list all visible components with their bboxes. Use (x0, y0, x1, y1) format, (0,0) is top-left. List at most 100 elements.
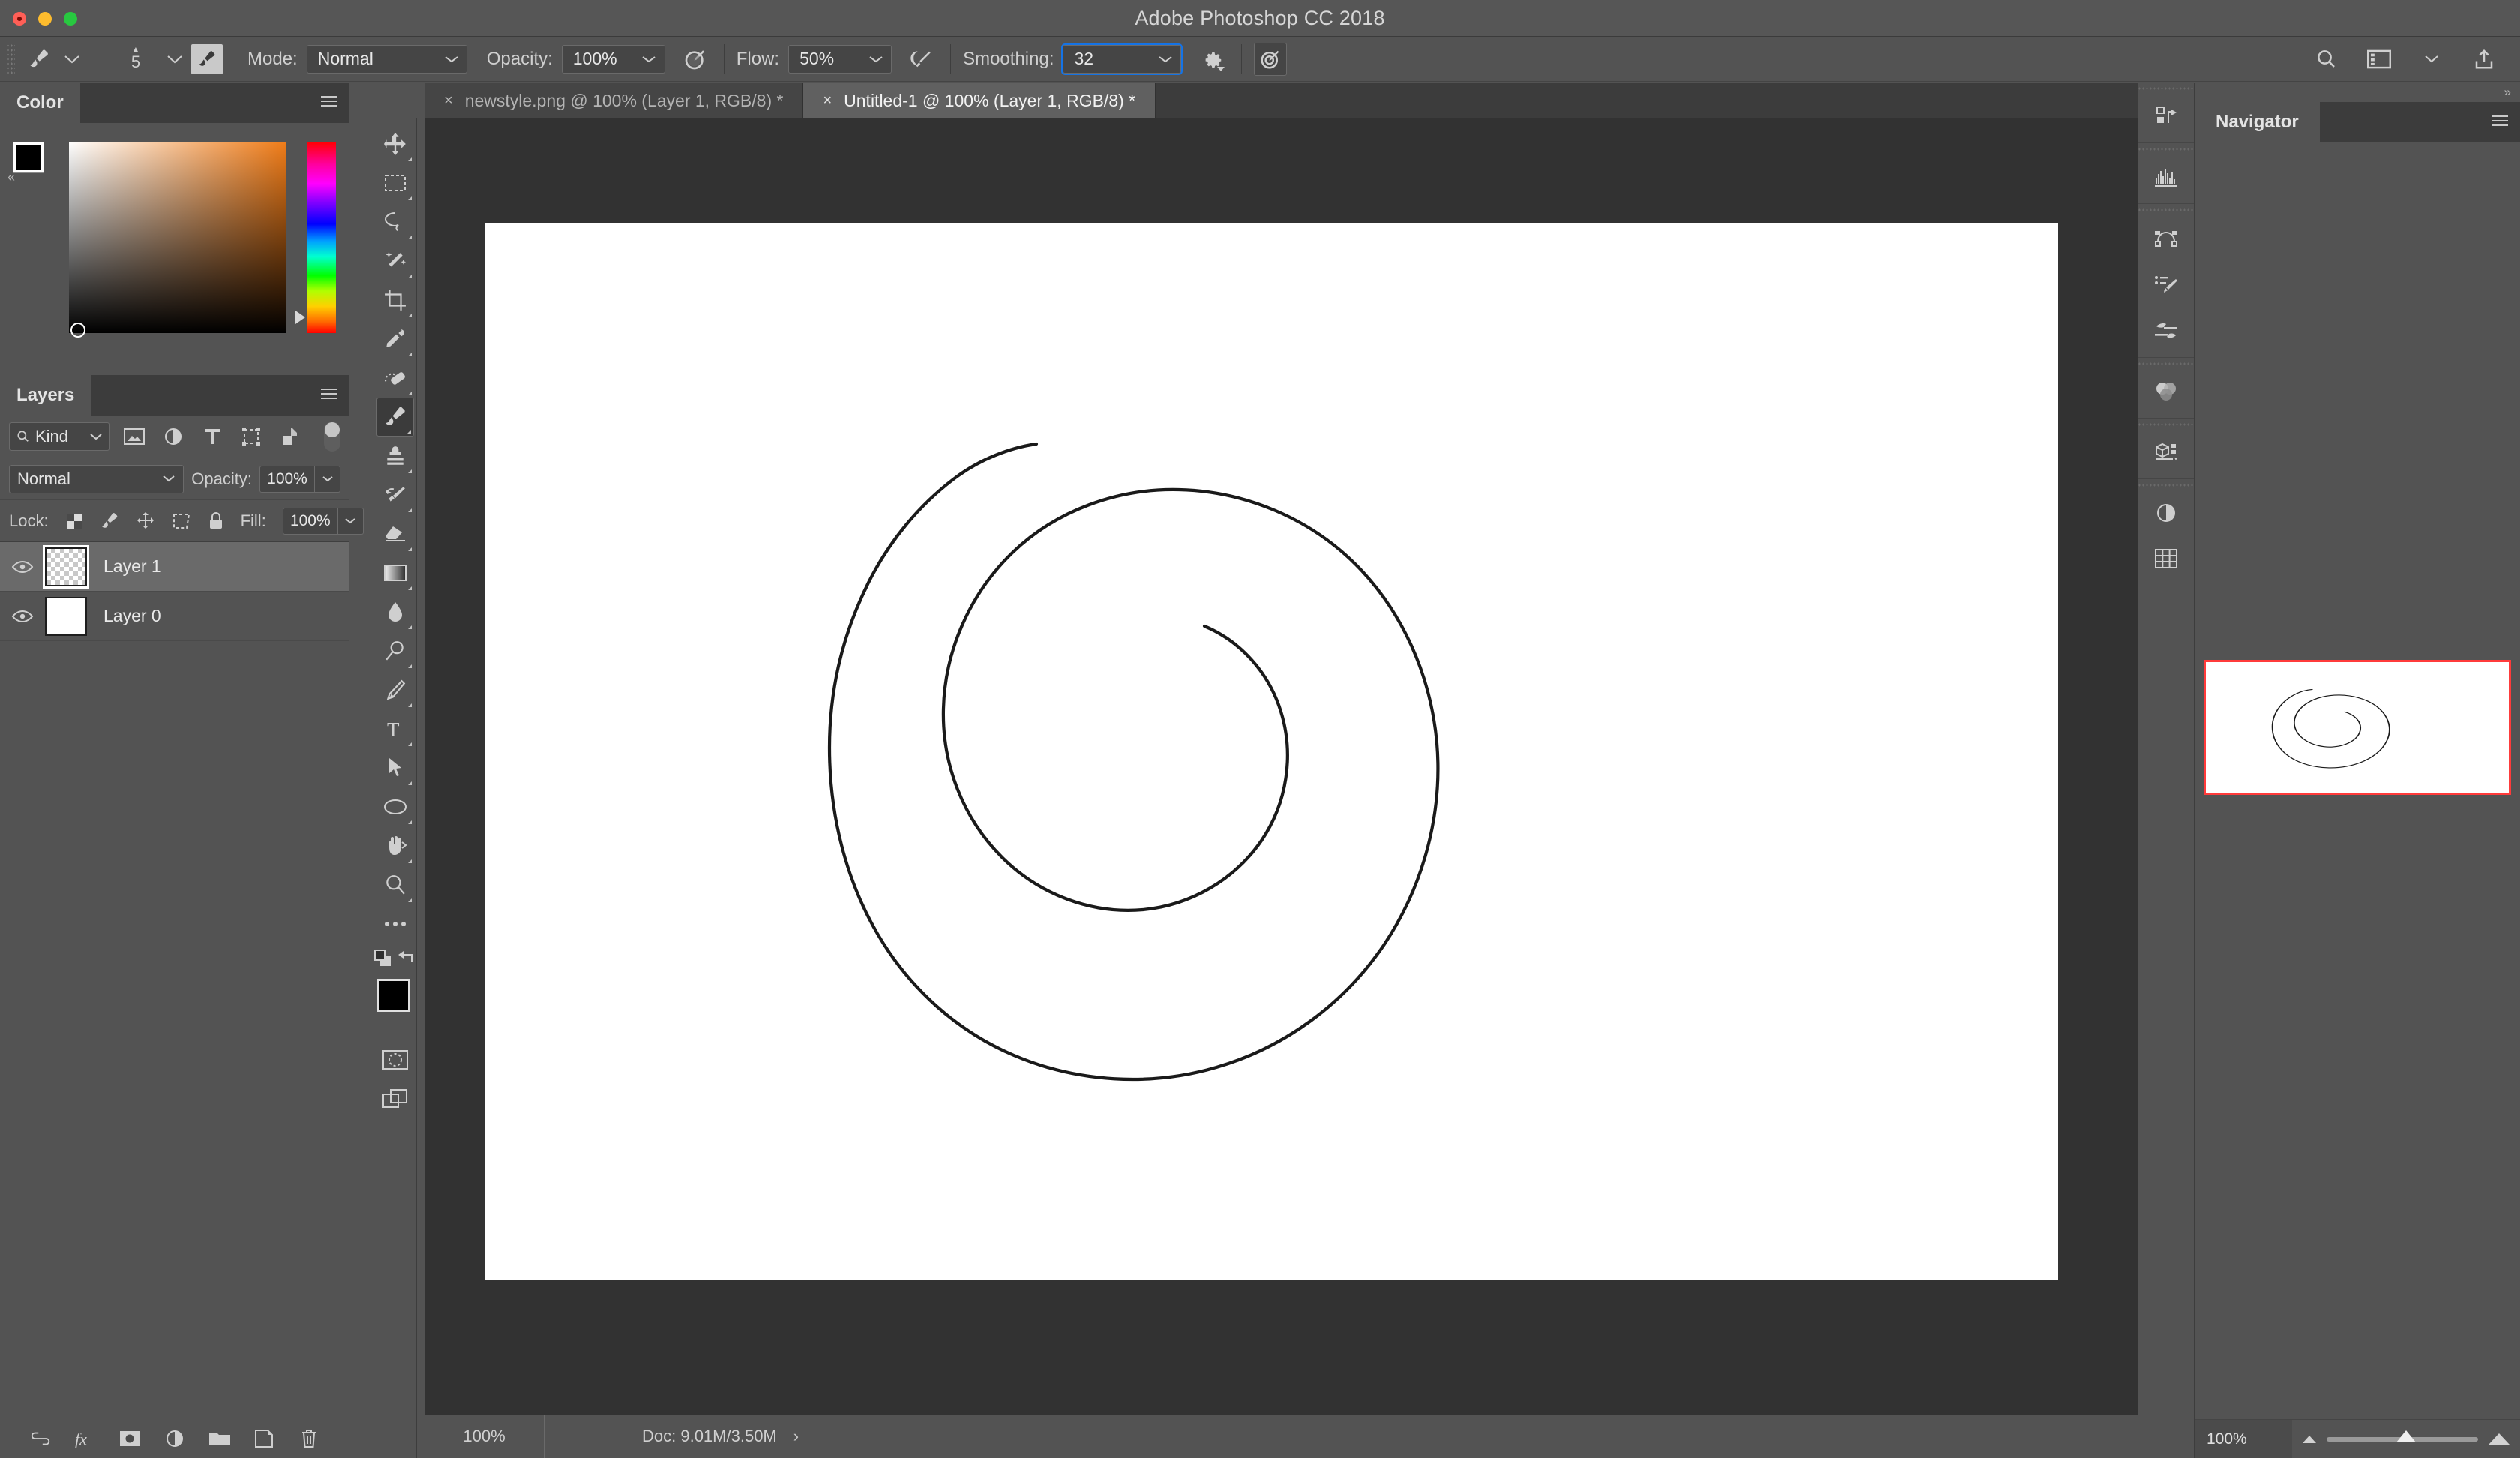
tab-navigator[interactable]: Navigator (2194, 102, 2320, 142)
quick-mask-mode-icon[interactable] (376, 1040, 414, 1079)
clone-stamp-tool[interactable] (376, 436, 414, 476)
tablet-pressure-size-icon[interactable] (1254, 43, 1287, 76)
status-expand-arrow-icon[interactable]: › (794, 1426, 799, 1446)
brush-presets-icon[interactable] (2138, 261, 2194, 308)
table-row[interactable]: Layer 0 (0, 592, 350, 641)
layer-fill-control[interactable]: 100% (283, 508, 364, 535)
adjustment-layer-icon[interactable] (164, 1427, 186, 1450)
adjustment-layers-icon[interactable] (162, 425, 184, 448)
close-icon[interactable]: × (444, 92, 453, 110)
brush-size-indicator[interactable]: ▲ 5 (113, 46, 158, 72)
lasso-tool[interactable] (376, 202, 414, 242)
layer-opacity-chevron-down-icon[interactable] (315, 466, 340, 493)
navigator-zoom-value[interactable]: 100% (2194, 1420, 2292, 1458)
default-colors-icon[interactable] (374, 950, 394, 971)
navigator-zoom-slider[interactable] (2292, 1433, 2520, 1444)
crop-tool[interactable] (376, 280, 414, 320)
slider-track[interactable] (2326, 1437, 2478, 1442)
brush-preset-chevron[interactable] (56, 43, 88, 76)
tab-layers[interactable]: Layers (0, 375, 91, 416)
smoothing-input[interactable]: 32 (1063, 45, 1150, 74)
lock-transparent-pixels-icon[interactable] (65, 510, 83, 532)
new-layer-icon[interactable] (253, 1427, 275, 1450)
pixel-layers-icon[interactable] (123, 425, 146, 448)
layer-fill-chevron-down-icon[interactable] (338, 508, 364, 535)
collapse-panels-right-icon[interactable]: » (2504, 85, 2511, 100)
ellipse-tool[interactable] (376, 788, 414, 826)
close-icon[interactable]: × (823, 92, 832, 110)
brush-tool[interactable] (376, 398, 414, 436)
shape-layers-icon[interactable] (240, 425, 262, 448)
chevron-down-icon[interactable] (2415, 43, 2448, 76)
document-tab-1[interactable]: × newstyle.png @ 100% (Layer 1, RGB/8) * (424, 82, 803, 118)
airbrush-icon[interactable] (905, 43, 938, 76)
slider-knob[interactable] (2396, 1430, 2416, 1442)
lock-all-icon[interactable] (208, 510, 224, 532)
eyedropper-tool[interactable] (376, 320, 414, 358)
type-layers-icon[interactable] (201, 425, 224, 448)
lock-artboard-nesting-icon[interactable] (172, 510, 191, 532)
hand-tool[interactable] (376, 826, 414, 866)
swatches-grid-icon[interactable] (2138, 536, 2194, 583)
blend-mode-select[interactable]: Normal (307, 45, 467, 74)
smart-object-icon[interactable] (279, 425, 302, 448)
foreground-color-swatch[interactable] (14, 142, 44, 172)
new-group-icon[interactable] (208, 1427, 231, 1450)
options-bar-grip[interactable] (6, 44, 15, 75)
layer-opacity-control[interactable]: 100% (260, 466, 340, 493)
swap-colors-icon[interactable] (398, 950, 416, 970)
zoom-level[interactable]: 100% (424, 1414, 544, 1458)
layer-visibility-eye-icon[interactable] (0, 609, 45, 624)
opacity-input[interactable]: 100% (562, 45, 634, 74)
panel-menu-icon[interactable] (321, 388, 338, 402)
blur-tool[interactable] (376, 592, 414, 632)
canvas[interactable] (484, 223, 2058, 1280)
gradient-tool[interactable] (376, 554, 414, 592)
panel-grip[interactable] (2138, 204, 2194, 214)
zoom-out-triangle-icon[interactable] (2302, 1436, 2316, 1443)
search-icon[interactable] (2310, 43, 2343, 76)
path-selection-tool[interactable] (376, 748, 414, 788)
lock-image-pixels-icon[interactable] (100, 510, 119, 532)
dodge-tool[interactable] (376, 632, 414, 670)
layer-blend-mode-select[interactable]: Normal (9, 465, 184, 494)
workspace-icon[interactable] (2362, 43, 2396, 76)
channels-icon[interactable] (2138, 368, 2194, 415)
document-tab-2[interactable]: × Untitled‑1 @ 100% (Layer 1, RGB/8) * (803, 82, 1156, 118)
flow-chevron-down-icon[interactable] (860, 45, 892, 74)
toolbar-foreground-color-swatch[interactable] (377, 979, 410, 1012)
panel-collapse-arrows[interactable]: « (8, 170, 15, 185)
opacity-chevron-down-icon[interactable] (634, 45, 665, 74)
filter-kind-select[interactable]: Kind (9, 422, 110, 451)
link-layers-icon[interactable] (29, 1427, 52, 1450)
eraser-tool[interactable] (376, 514, 414, 554)
flow-input[interactable]: 50% (788, 45, 860, 74)
delete-layer-icon[interactable] (298, 1427, 320, 1450)
filter-enable-toggle[interactable] (324, 422, 340, 452)
layer-thumbnail[interactable] (45, 597, 87, 636)
horizontal-type-tool[interactable]: T (376, 710, 414, 748)
spot-healing-brush-tool[interactable] (376, 358, 414, 398)
hue-slider[interactable] (308, 142, 336, 333)
opacity-control[interactable]: 100% (562, 45, 665, 74)
layer-fill-value[interactable]: 100% (283, 508, 338, 535)
histogram-icon[interactable] (2138, 154, 2194, 200)
smoothing-chevron-down-icon[interactable] (1150, 45, 1181, 74)
brush-tool-icon[interactable] (22, 43, 56, 76)
magic-wand-tool[interactable] (376, 242, 414, 280)
panel-grip[interactable] (2138, 82, 2194, 93)
panel-grip[interactable] (2138, 143, 2194, 154)
panel-grip[interactable] (2138, 479, 2194, 490)
panel-grip[interactable] (2138, 418, 2194, 429)
brush-settings-panel-icon[interactable] (191, 44, 223, 74)
screen-mode-icon[interactable] (376, 1079, 414, 1118)
history-icon[interactable] (2138, 93, 2194, 140)
layer-opacity-value[interactable]: 100% (260, 466, 315, 493)
rectangular-marquee-tool[interactable] (376, 164, 414, 202)
smoothing-control[interactable]: 32 (1063, 45, 1181, 74)
layer-mask-icon[interactable] (118, 1427, 141, 1450)
layer-visibility-eye-icon[interactable] (0, 560, 45, 574)
brush-settings-icon[interactable] (2138, 308, 2194, 354)
navigator-thumbnail[interactable] (2204, 660, 2511, 795)
tab-color[interactable]: Color (0, 82, 80, 123)
